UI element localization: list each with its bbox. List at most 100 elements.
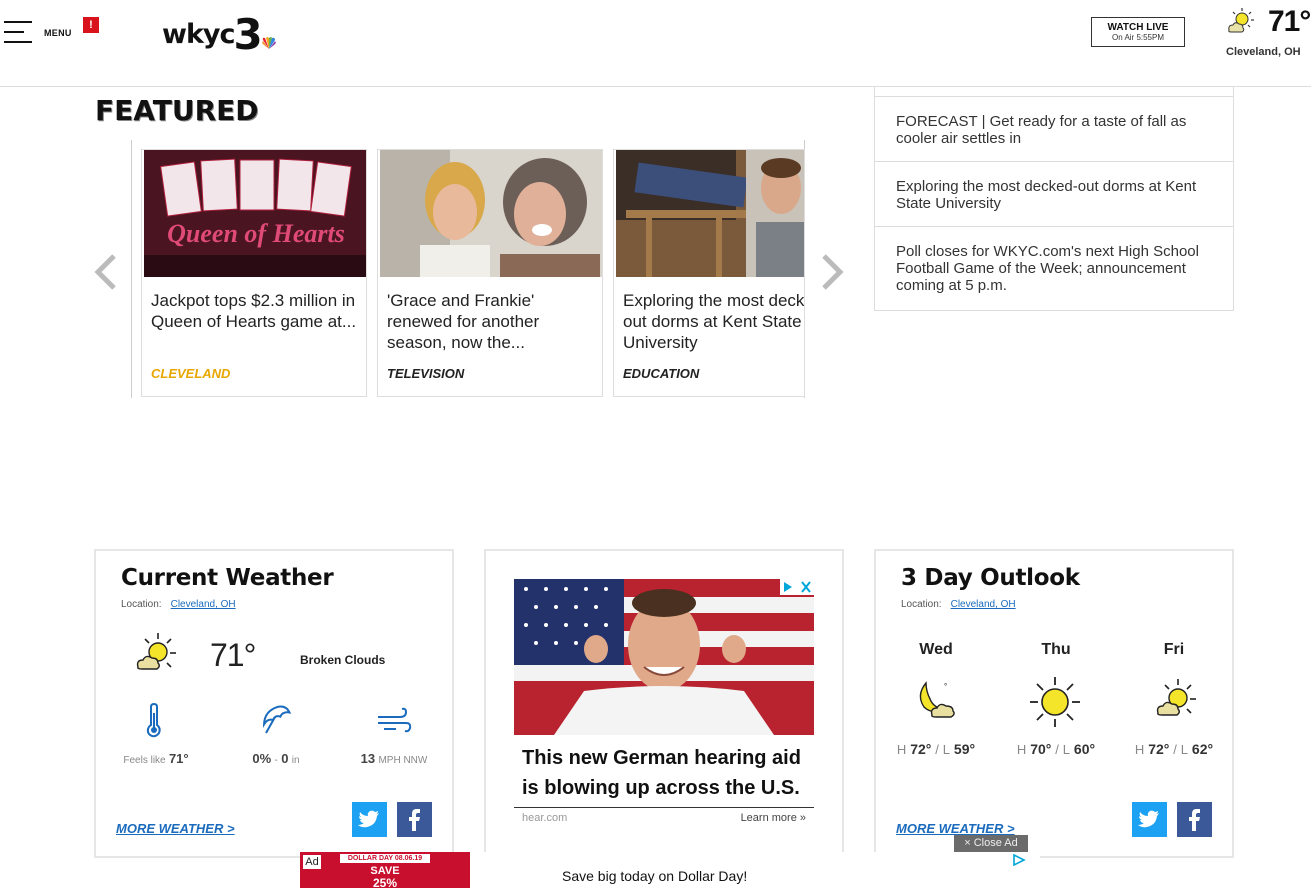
card-category[interactable]: TELEVISION xyxy=(387,366,464,381)
wind-speed: 13 xyxy=(360,751,376,766)
logo-number: 3 xyxy=(233,10,263,59)
twitter-icon xyxy=(358,810,379,828)
site-header: MENU ! wkyc 3 WATCH LIVE On Air 5:55PM 7… xyxy=(0,0,1311,87)
forecast-high-low: H 72° / L 62° xyxy=(1134,741,1214,757)
ad-choices-icon[interactable] xyxy=(780,579,814,595)
thermometer-icon xyxy=(146,703,161,738)
precipitation-metric: 0% - 0 in xyxy=(236,751,316,766)
forecast-day: Fri xyxy=(1163,641,1185,658)
close-ad-button[interactable]: × Close Ad xyxy=(954,835,1028,852)
partly-sunny-icon xyxy=(1156,679,1196,716)
ad-footer: hear.com Learn more » xyxy=(514,807,814,830)
feels-like-metric: Feels like 71° xyxy=(118,751,194,766)
location-label-text: Location: xyxy=(901,599,942,610)
current-temperature: 71° xyxy=(210,637,256,673)
wind-icon xyxy=(378,707,412,733)
headline-list: FORECAST | Get ready for a taste of fall… xyxy=(874,86,1234,311)
hamburger-menu-icon[interactable] xyxy=(4,21,32,45)
partly-sunny-icon[interactable] xyxy=(1224,6,1256,38)
precip-amount: 0 xyxy=(281,751,289,766)
wind-metric: 13 MPH NNW xyxy=(352,751,436,766)
featured-card[interactable]: 'Grace and Frankie' renewed for another … xyxy=(377,149,603,397)
wind-unit: MPH NNW xyxy=(378,755,428,766)
more-weather-link[interactable]: MORE WEATHER > xyxy=(896,821,1015,836)
location-label: Location: Cleveland, OH xyxy=(901,599,1016,610)
card-thumbnail: Queen of Hearts xyxy=(144,150,366,277)
forecast-day: Thu xyxy=(1041,641,1071,658)
ad-learn-more-link[interactable]: Learn more » xyxy=(741,812,806,824)
featured-card[interactable]: Exploring the most decked-out dorms at K… xyxy=(613,149,805,397)
alert-badge[interactable]: ! xyxy=(83,17,99,33)
forecast-high: 72° xyxy=(1148,741,1170,757)
card-title[interactable]: Jackpot tops $2.3 million in Queen of He… xyxy=(151,290,361,332)
feels-like-label: Feels like xyxy=(123,755,166,766)
current-condition: Broken Clouds xyxy=(300,653,386,667)
card-title[interactable]: 'Grace and Frankie' renewed for another … xyxy=(387,290,597,353)
card-category[interactable]: EDUCATION xyxy=(623,366,699,381)
watch-live-sublabel: On Air 5:55PM xyxy=(1111,33,1165,42)
forecast-low: 62° xyxy=(1191,741,1214,757)
umbrella-icon xyxy=(262,705,292,734)
ad-banner-image: Ad DOLLAR DAY 08.06.19 SAVE 25% xyxy=(300,852,470,890)
moon-cloud-icon: ° xyxy=(919,681,955,718)
ad-panel: This new German hearing aid is blowing u… xyxy=(484,549,844,858)
forecast-high-low: H 70° / L 60° xyxy=(1016,741,1096,757)
feels-like-value: 71° xyxy=(168,751,189,766)
headline-item[interactable]: Poll closes for WKYC.com's next High Sch… xyxy=(874,227,1234,311)
twitter-share-button[interactable] xyxy=(352,802,387,837)
headline-list-top xyxy=(874,86,1234,97)
precip-unit: in xyxy=(291,755,300,766)
more-weather-link[interactable]: MORE WEATHER > xyxy=(116,821,235,836)
ad-banner-top: DOLLAR DAY 08.06.19 xyxy=(340,854,430,863)
bottom-ad-banner[interactable]: Ad DOLLAR DAY 08.06.19 SAVE 25% Save big… xyxy=(300,852,1040,890)
partly-sunny-icon xyxy=(136,633,176,670)
ad-headline[interactable]: This new German hearing aid is blowing u… xyxy=(522,743,802,803)
card-thumbnail xyxy=(616,150,804,277)
ad-choices-icon[interactable] xyxy=(1012,854,1026,866)
sun-icon xyxy=(1030,677,1080,727)
site-logo[interactable]: wkyc 3 xyxy=(162,10,277,59)
featured-heading: FEATURED xyxy=(95,94,259,127)
panel-title: 3 Day Outlook xyxy=(901,565,1080,591)
facebook-icon xyxy=(409,809,420,831)
card-thumbnail xyxy=(380,150,602,277)
location-link[interactable]: Cleveland, OH xyxy=(951,599,1016,610)
facebook-share-button[interactable] xyxy=(1177,802,1212,837)
menu-label[interactable]: MENU xyxy=(44,28,72,38)
carousel-prev-icon[interactable] xyxy=(94,252,118,292)
card-title[interactable]: Exploring the most decked-out dorms at K… xyxy=(623,290,804,353)
outlook-panel: 3 Day Outlook Location: Cleveland, OH Wed… xyxy=(874,549,1234,858)
location-link[interactable]: Cleveland, OH xyxy=(171,599,236,610)
nbc-peacock-icon xyxy=(261,37,276,49)
forecast-high-low: H 72° / L 59° xyxy=(896,741,976,757)
watch-live-button[interactable]: WATCH LIVE On Air 5:55PM xyxy=(1091,17,1185,47)
svg-text:°: ° xyxy=(944,682,947,691)
headline-item[interactable]: FORECAST | Get ready for a taste of fall… xyxy=(874,97,1234,162)
header-location[interactable]: Cleveland, OH xyxy=(1226,46,1301,58)
twitter-share-button[interactable] xyxy=(1132,802,1167,837)
current-weather-panel: Current Weather Location: Cleveland, OH 7… xyxy=(94,549,454,858)
header-temperature[interactable]: 71° xyxy=(1268,5,1311,39)
ad-image[interactable] xyxy=(514,579,814,735)
ad-source[interactable]: hear.com xyxy=(522,812,567,824)
carousel-divider xyxy=(131,140,132,398)
headline-item[interactable]: Exploring the most decked-out dorms at K… xyxy=(874,162,1234,227)
carousel-next-icon[interactable] xyxy=(820,252,844,292)
bottom-ad-text[interactable]: Save big today on Dollar Day! xyxy=(562,868,747,884)
forecast-high: 72° xyxy=(910,741,932,757)
thumb-caption: Queen of Hearts xyxy=(167,219,345,248)
featured-card[interactable]: Queen of Hearts Jackpot tops $2.3 millio… xyxy=(141,149,367,397)
precip-separator: - xyxy=(274,755,278,766)
facebook-icon xyxy=(1189,809,1200,831)
forecast-high: 70° xyxy=(1030,741,1052,757)
card-category[interactable]: CLEVELAND xyxy=(151,366,230,381)
twitter-icon xyxy=(1138,810,1159,828)
watch-live-label: WATCH LIVE xyxy=(1107,22,1169,33)
facebook-share-button[interactable] xyxy=(397,802,432,837)
forecast-day: Wed xyxy=(919,641,953,658)
location-label-text: Location: xyxy=(121,599,162,610)
logo-text: wkyc xyxy=(162,19,236,50)
forecast-low: 60° xyxy=(1073,741,1096,757)
precip-percent: 0% xyxy=(252,751,272,766)
location-label: Location: Cleveland, OH xyxy=(121,599,236,610)
